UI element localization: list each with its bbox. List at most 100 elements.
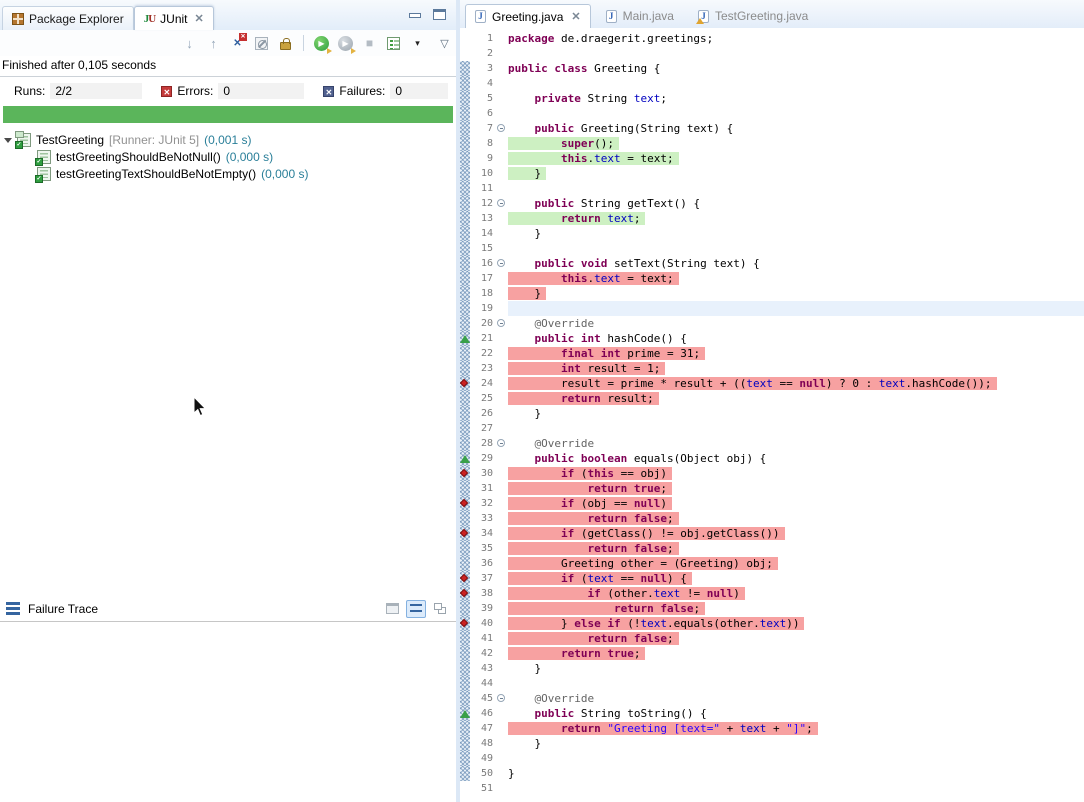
code-text[interactable]: return false;	[508, 601, 1084, 616]
code-text[interactable]: return false;	[508, 541, 1084, 556]
code-text[interactable]: }	[508, 661, 1084, 676]
code-text[interactable]: return result;	[508, 391, 1084, 406]
code-line[interactable]: 19	[460, 301, 1084, 316]
tab-main-java[interactable]: J Main.java	[597, 4, 683, 28]
line-number[interactable]: 49	[470, 751, 495, 766]
line-number[interactable]: 41	[470, 631, 495, 646]
code-text[interactable]: public Greeting(String text) {	[508, 121, 1084, 136]
override-indicator-icon[interactable]	[460, 706, 470, 721]
code-text[interactable]: final int prime = 31;	[508, 346, 1084, 361]
branch-missed-marker[interactable]	[460, 466, 470, 481]
line-number[interactable]: 39	[470, 601, 495, 616]
line-number[interactable]: 30	[470, 466, 495, 481]
line-number[interactable]: 44	[470, 676, 495, 691]
code-text[interactable]: return true;	[508, 481, 1084, 496]
code-text[interactable]: return "Greeting [text=" + text + "]";	[508, 721, 1084, 736]
code-line[interactable]: 30 if (this == obj)	[460, 466, 1084, 481]
code-text[interactable]: public String toString() {	[508, 706, 1084, 721]
code-text[interactable]: }	[508, 736, 1084, 751]
line-number[interactable]: 3	[470, 61, 495, 76]
code-line[interactable]: 36 Greeting other = (Greeting) obj;	[460, 556, 1084, 571]
code-line[interactable]: 49	[460, 751, 1084, 766]
code-line[interactable]: 15	[460, 241, 1084, 256]
code-text[interactable]: if (text == null) {	[508, 571, 1084, 586]
override-indicator-icon[interactable]	[460, 451, 470, 466]
tree-item-testgreeting[interactable]: ✓ TestGreeting [Runner: JUnit 5] (0,001 …	[0, 131, 456, 148]
code-text[interactable]: return false;	[508, 511, 1084, 526]
code-text[interactable]: result = prime * result + ((text == null…	[508, 376, 1084, 391]
test-hierarchy-button[interactable]	[385, 35, 402, 52]
previous-failure-button[interactable]: ↑	[205, 35, 222, 52]
tab-testgreeting-java[interactable]: J TestGreeting.java	[689, 4, 817, 28]
code-text[interactable]: public void setText(String text) {	[508, 256, 1084, 271]
line-number[interactable]: 15	[470, 241, 495, 256]
line-number[interactable]: 24	[470, 376, 495, 391]
branch-missed-marker[interactable]	[460, 586, 470, 601]
line-number[interactable]: 6	[470, 106, 495, 121]
chevron-expanded-icon[interactable]	[4, 138, 12, 143]
code-line[interactable]: 18 }	[460, 286, 1084, 301]
line-number[interactable]: 42	[470, 646, 495, 661]
code-text[interactable]: int result = 1;	[508, 361, 1084, 376]
code-text[interactable]: if (getClass() != obj.getClass())	[508, 526, 1084, 541]
failure-trace-content[interactable]	[0, 622, 456, 802]
line-number[interactable]: 40	[470, 616, 495, 631]
close-icon[interactable]: ✕	[195, 12, 204, 25]
code-text[interactable]	[508, 46, 1084, 61]
line-number[interactable]: 2	[470, 46, 495, 61]
code-line[interactable]: 43 }	[460, 661, 1084, 676]
branch-missed-marker[interactable]	[460, 376, 470, 391]
line-number[interactable]: 18	[470, 286, 495, 301]
line-number[interactable]: 21	[470, 331, 495, 346]
code-line[interactable]: 10 }	[460, 166, 1084, 181]
show-trace-in-console-button[interactable]	[382, 600, 402, 618]
code-line[interactable]: 39 return false;	[460, 601, 1084, 616]
code-line[interactable]: 33 return false;	[460, 511, 1084, 526]
code-line[interactable]: 20 @Override	[460, 316, 1084, 331]
code-line[interactable]: 29 public boolean equals(Object obj) {	[460, 451, 1084, 466]
code-text[interactable]	[508, 181, 1084, 196]
code-line[interactable]: 45 @Override	[460, 691, 1084, 706]
line-number[interactable]: 9	[470, 151, 495, 166]
show-skipped-tests-button[interactable]	[253, 35, 270, 52]
line-number[interactable]: 20	[470, 316, 495, 331]
code-text[interactable]: private String text;	[508, 91, 1084, 106]
line-number[interactable]: 48	[470, 736, 495, 751]
rerun-failures-first-button[interactable]: ▶	[337, 35, 354, 52]
line-number[interactable]: 19	[470, 301, 495, 316]
code-line[interactable]: 47 return "Greeting [text=" + text + "]"…	[460, 721, 1084, 736]
code-text[interactable]: package de.draegerit.greetings;	[508, 31, 1084, 46]
line-number[interactable]: 12	[470, 196, 495, 211]
line-number[interactable]: 1	[470, 31, 495, 46]
code-area[interactable]: 1package de.draegerit.greetings;23public…	[460, 28, 1084, 802]
code-text[interactable]: }	[508, 766, 1084, 781]
code-text[interactable]: this.text = text;	[508, 271, 1084, 286]
stop-test-button[interactable]: ■	[361, 35, 378, 52]
code-text[interactable]: } else if (!text.equals(other.text))	[508, 616, 1084, 631]
override-indicator-icon[interactable]	[460, 331, 470, 346]
code-line[interactable]: 40 } else if (!text.equals(other.text))	[460, 616, 1084, 631]
code-line[interactable]: 3public class Greeting {	[460, 61, 1084, 76]
line-number[interactable]: 14	[470, 226, 495, 241]
code-line[interactable]: 7 public Greeting(String text) {	[460, 121, 1084, 136]
line-number[interactable]: 29	[470, 451, 495, 466]
code-text[interactable]: return true;	[508, 646, 1084, 661]
code-text[interactable]: return false;	[508, 631, 1084, 646]
code-text[interactable]: Greeting other = (Greeting) obj;	[508, 556, 1084, 571]
branch-missed-marker[interactable]	[460, 496, 470, 511]
line-number[interactable]: 28	[470, 436, 495, 451]
code-text[interactable]	[508, 781, 1084, 796]
hierarchy-menu-button[interactable]: ▾	[409, 35, 426, 52]
code-text[interactable]: @Override	[508, 436, 1084, 451]
tab-junit[interactable]: JU JUnit ✕	[134, 6, 214, 30]
code-text[interactable]: }	[508, 406, 1084, 421]
code-line[interactable]: 6	[460, 106, 1084, 121]
view-menu-button[interactable]: ▽	[433, 35, 450, 52]
code-text[interactable]: }	[508, 226, 1084, 241]
close-icon[interactable]: ✕	[571, 10, 580, 23]
line-number[interactable]: 37	[470, 571, 495, 586]
branch-missed-marker[interactable]	[460, 616, 470, 631]
line-number[interactable]: 13	[470, 211, 495, 226]
line-number[interactable]: 46	[470, 706, 495, 721]
code-line[interactable]: 13 return text;	[460, 211, 1084, 226]
